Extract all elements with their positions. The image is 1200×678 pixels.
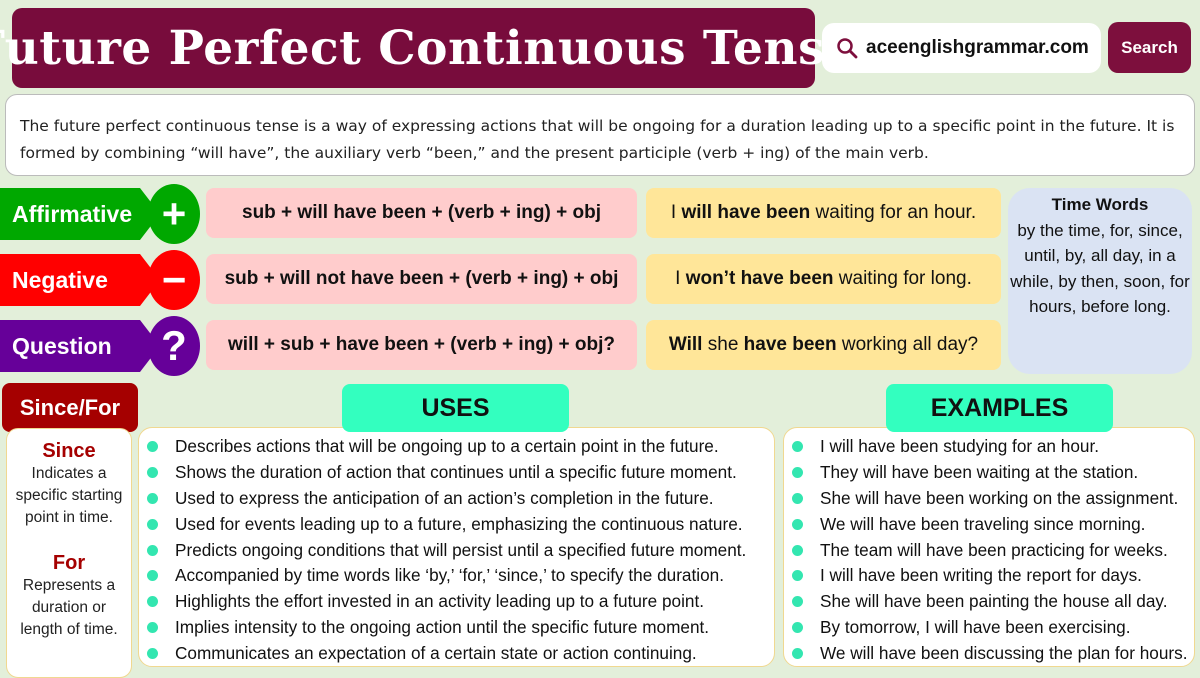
since-title: Since (42, 440, 96, 462)
time-words-text: by the time, for, since, until, by, all … (1010, 220, 1190, 317)
examples-box: I will have been studying for an hour. Th… (783, 427, 1195, 667)
negative-formula: sub + will not have been + (verb + ing) … (206, 254, 637, 304)
bullet-icon (147, 518, 158, 530)
since-for-box: Since Indicates a specific starting poin… (6, 428, 132, 678)
list-item-text: They will have been waiting at the stati… (820, 462, 1139, 483)
bullet-icon (792, 441, 803, 453)
list-item-text: Shows the duration of action that contin… (175, 462, 737, 483)
list-item: By tomorrow, I will have been exercising… (792, 615, 1194, 641)
bullet-icon (147, 570, 158, 582)
list-item: I will have been writing the report for … (792, 563, 1194, 589)
description: The future perfect continuous tense is a… (5, 94, 1195, 176)
question-icon: ? (148, 316, 200, 376)
list-item: We will have been discussing the plan fo… (792, 640, 1194, 666)
bullet-icon (792, 492, 803, 504)
list-item-text: I will have been studying for an hour. (820, 436, 1099, 457)
list-item-text: I will have been writing the report for … (820, 565, 1142, 586)
bullet-icon (147, 441, 158, 453)
list-item-text: Predicts ongoing conditions that will pe… (175, 539, 747, 560)
list-item: She will have been painting the house al… (792, 589, 1194, 615)
question-example: Will she have been working all day? (646, 320, 1001, 370)
list-item-text: The team will have been practicing for w… (820, 539, 1168, 560)
bullet-icon (147, 492, 158, 504)
bullet-icon (792, 544, 803, 556)
list-item: Describes actions that will be ongoing u… (147, 434, 774, 460)
list-item: I will have been studying for an hour. (792, 434, 1194, 460)
example-part: I (675, 268, 686, 289)
list-item: They will have been waiting at the stati… (792, 460, 1194, 486)
example-part: waiting for an hour. (810, 202, 977, 223)
list-item: Communicates an expectation of a certain… (147, 640, 774, 666)
bullet-icon (147, 544, 158, 556)
list-item: Predicts ongoing conditions that will pe… (147, 537, 774, 563)
bullet-icon (792, 518, 803, 530)
list-item-text: By tomorrow, I will have been exercising… (820, 616, 1131, 637)
list-item-text: Implies intensity to the ongoing action … (175, 616, 710, 637)
minus-icon: − (148, 250, 200, 310)
example-part: waiting for long. (833, 268, 972, 289)
bullet-icon (792, 570, 803, 582)
search-box[interactable]: aceenglishgrammar.com (822, 23, 1101, 73)
list-item-text: Used for events leading up to a future, … (175, 513, 743, 534)
list-item: Used to express the anticipation of an a… (147, 486, 774, 512)
bullet-icon (792, 596, 803, 608)
list-item-text: We will have been traveling since mornin… (820, 513, 1146, 534)
negative-label: Negative (0, 254, 160, 306)
bullet-icon (147, 647, 158, 659)
example-part: I (670, 202, 682, 223)
negative-example: I won’t have been waiting for long. (646, 254, 1001, 304)
time-words-box: Time Words by the time, for, since, unti… (1008, 188, 1192, 374)
bullet-icon (147, 467, 158, 479)
affirmative-example: I will have been waiting for an hour. (646, 188, 1001, 238)
example-part: won’t have been (685, 268, 834, 289)
list-item: Shows the duration of action that contin… (147, 460, 774, 486)
list-item: Used for events leading up to a future, … (147, 511, 774, 537)
time-words-title: Time Words (1051, 195, 1149, 214)
list-item: Accompanied by time words like ‘by,’ ‘fo… (147, 563, 774, 589)
list-item: We will have been traveling since mornin… (792, 511, 1194, 537)
example-part: she (702, 334, 744, 355)
search-icon (837, 38, 858, 59)
list-item-text: Communicates an expectation of a certain… (175, 642, 697, 663)
plus-icon: + (148, 184, 200, 244)
for-title: For (52, 552, 86, 574)
page-title: Future Perfect Continuous Tense (0, 8, 855, 88)
list-item-text: Used to express the anticipation of an a… (175, 487, 714, 508)
list-item-text: Describes actions that will be ongoing u… (175, 436, 719, 457)
list-item-text: Highlights the effort invested in an act… (175, 591, 705, 612)
list-item: The team will have been practicing for w… (792, 537, 1194, 563)
question-formula: will + sub + have been + (verb + ing) + … (206, 320, 637, 370)
affirmative-formula: sub + will have been + (verb + ing) + ob… (206, 188, 637, 238)
list-item: She will have been working on the assign… (792, 486, 1194, 512)
search-button[interactable]: Search (1108, 22, 1191, 73)
example-part: have been (743, 334, 837, 355)
example-part: working all day? (836, 334, 979, 355)
for-text: Represents a duration or length of time. (20, 577, 118, 638)
bullet-icon (792, 467, 803, 479)
list-item: Highlights the effort invested in an act… (147, 589, 774, 615)
list-item-text: She will have been painting the house al… (820, 591, 1168, 612)
uses-title: USES (342, 384, 569, 432)
bullet-icon (792, 621, 803, 633)
bullet-icon (792, 647, 803, 659)
affirmative-label: Affirmative (0, 188, 160, 240)
bullet-icon (147, 596, 158, 608)
list-item-text: Accompanied by time words like ‘by,’ ‘fo… (175, 565, 724, 586)
bullet-icon (147, 621, 158, 633)
examples-title: EXAMPLES (886, 384, 1113, 432)
search-text: aceenglishgrammar.com (866, 37, 1089, 58)
since-text: Indicates a specific starting point in t… (15, 465, 123, 526)
example-part: Will (668, 334, 703, 355)
list-item-text: She will have been working on the assign… (820, 487, 1179, 508)
since-for-tab: Since/For (2, 383, 138, 432)
list-item: Implies intensity to the ongoing action … (147, 615, 774, 641)
example-part: will have been (681, 202, 811, 223)
list-item-text: We will have been discussing the plan fo… (820, 642, 1188, 663)
question-label: Question (0, 320, 160, 372)
uses-box: Describes actions that will be ongoing u… (138, 427, 775, 667)
